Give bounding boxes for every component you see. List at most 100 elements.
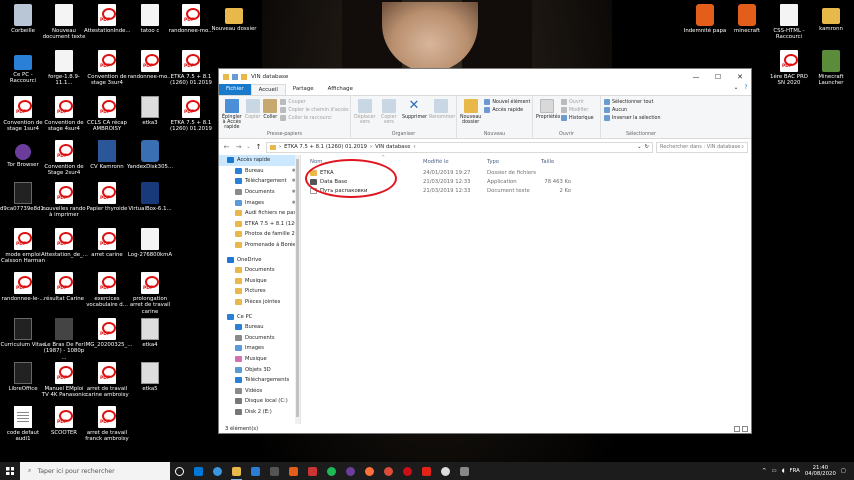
- nav-item-documents[interactable]: Documents ✱: [219, 187, 300, 198]
- desktop-icon-r-sultat-carine[interactable]: résultat Carine: [41, 272, 87, 302]
- taskbar-office-icon[interactable]: [284, 462, 303, 480]
- desktop-icon-ccls-ca-r-cap-ambroisy[interactable]: CCLS CA récap AMBROISY: [84, 96, 130, 133]
- breadcrumb-vin-database[interactable]: VIN database: [375, 144, 410, 150]
- nav-item-pictures[interactable]: Pictures: [219, 286, 300, 297]
- nav-item-photos-de-famille-2[interactable]: Photos de famille 2: [219, 229, 300, 240]
- desktop-icon-mode-emploi-caisson-harman[interactable]: mode emploi Caisson Harman: [0, 228, 46, 265]
- desktop-icon-nouveau-dossier[interactable]: Nouveau dossier: [211, 4, 257, 32]
- tab-fichier[interactable]: Fichier: [219, 84, 251, 95]
- desktop-icon-attestation-de[interactable]: Attestation_de_...: [41, 228, 88, 258]
- network-icon[interactable]: ▭: [772, 468, 777, 474]
- desktop-icon-etka-7-5-8-1-1260-01-2019[interactable]: ETKA 7.5 + 8.1 (1260) 01.2019: [168, 96, 214, 133]
- nav-scrollbar[interactable]: [295, 155, 300, 424]
- desktop-icon-tor-browser[interactable]: Tor Browser: [0, 140, 46, 168]
- nav-item-t-l-chargements[interactable]: Téléchargements: [219, 375, 300, 386]
- desktop-icon-convention-de-stage-4sur4[interactable]: Convention de stage 4sur4: [41, 96, 87, 133]
- address-dropdown-icon[interactable]: ⌄: [637, 144, 641, 150]
- taskbar-file-explorer-icon[interactable]: [227, 462, 246, 480]
- select-none-button[interactable]: Aucun: [604, 107, 661, 113]
- start-button[interactable]: [0, 462, 20, 480]
- nav-item-etka-7-5-8-1-1260-c[interactable]: ETKA 7.5 + 8.1 (1260) C: [219, 219, 300, 230]
- collapse-ribbon-icon[interactable]: ⌄: [731, 84, 741, 95]
- select-all-button[interactable]: Sélectionner tout: [604, 99, 661, 105]
- desktop-icon-convention-de-stage-2sur4[interactable]: Convention de Stage 2sur4: [41, 140, 87, 177]
- desktop-icon-arret-de-travail-franck-ambroisy[interactable]: arret de travail franck ambroisy: [84, 406, 130, 443]
- taskbar-chrome-icon[interactable]: [379, 462, 398, 480]
- taskbar-mail-icon[interactable]: [246, 462, 265, 480]
- column-type[interactable]: Type: [487, 159, 541, 165]
- nav-item-documents[interactable]: Documents: [219, 333, 300, 344]
- nav-item-audi-fichiers-ne-pas-je[interactable]: Audi fichiers ne pas je: [219, 208, 300, 219]
- column-size[interactable]: Taille: [541, 159, 575, 165]
- desktop-icon-d9ca07739e8d1[interactable]: d9ca07739e8d1...: [0, 182, 49, 212]
- desktop-icon-attestationinde[interactable]: AttestationInde...: [84, 4, 131, 34]
- history-button[interactable]: Historique: [561, 115, 594, 121]
- tab-partage[interactable]: Partage: [286, 84, 321, 95]
- taskbar-app3-icon[interactable]: [455, 462, 474, 480]
- desktop-icon-randonnee-mo[interactable]: randonnee-mo...: [127, 50, 173, 80]
- nav-item-documents[interactable]: Documents: [219, 265, 300, 276]
- desktop-icon-arret-de-travail-carine-ambroisy[interactable]: arret de travail carine ambroisy: [84, 362, 130, 399]
- desktop-icon-minecraft[interactable]: minecraft: [724, 4, 770, 34]
- taskbar-search[interactable]: ⌕ Taper ici pour rechercher: [20, 462, 170, 480]
- refresh-icon[interactable]: ↻: [645, 144, 649, 150]
- file-explorer-window[interactable]: VIN database — ☐ ✕ Fichier Accueil Parta…: [218, 68, 752, 434]
- nav-item-musique[interactable]: Musique: [219, 354, 300, 365]
- tray-chevron-icon[interactable]: ^: [762, 468, 767, 474]
- nav-item-disk-2-e[interactable]: Disk 2 (E:): [219, 407, 300, 418]
- desktop-icon-convention-de-stage-3sur4[interactable]: Convention de stage 3sur4: [84, 50, 130, 87]
- paste-shortcut-button[interactable]: Coller le raccourci: [280, 115, 348, 121]
- desktop-icon-prolongation-arret-de-travail-carine[interactable]: prolongation arret de travail carine: [127, 272, 173, 315]
- copy-path-button[interactable]: Copier le chemin d'accès: [280, 107, 349, 113]
- breadcrumb-etka[interactable]: ETKA 7.5 + 8.1 (1260) 01.2019: [284, 144, 367, 150]
- desktop-icon-forge-1-8-9-11-1[interactable]: forge-1.8.9-11.1...: [41, 50, 87, 87]
- desktop-icon-corbeille[interactable]: Corbeille: [0, 4, 46, 34]
- nav-item-disque-local-c[interactable]: Disque local (C:): [219, 396, 300, 407]
- desktop-icon-minecraft-launcher[interactable]: Minecraft Launcher: [808, 50, 854, 87]
- taskbar-opera-icon[interactable]: [398, 462, 417, 480]
- clock[interactable]: 21:40 04/08/2020: [805, 465, 836, 478]
- properties-icon[interactable]: [232, 73, 238, 80]
- desktop-icon-curriculum-vitae[interactable]: Curriculum Vitae: [0, 318, 46, 348]
- taskbar-store-icon[interactable]: [265, 462, 284, 480]
- notifications-icon[interactable]: ▢: [841, 468, 846, 474]
- nav-item-t-l-chargement[interactable]: Téléchargement ✱: [219, 176, 300, 187]
- nav-item-objets-3d[interactable]: Objets 3D: [219, 364, 300, 375]
- new-folder-icon[interactable]: [241, 73, 247, 80]
- back-arrow-icon[interactable]: ←: [222, 143, 231, 151]
- volume-icon[interactable]: ◖: [782, 468, 785, 474]
- pin-quick-access-button[interactable]: Épingler à Accès rapide: [222, 98, 242, 130]
- cut-button[interactable]: Couper: [280, 99, 348, 105]
- desktop-icon-exercices-vocabulaire-d[interactable]: exercices vocabulaire d...: [84, 272, 130, 309]
- nav-item-images[interactable]: Images ✱: [219, 197, 300, 208]
- desktop-icon-papier-thyroide[interactable]: Papier thyroide: [84, 182, 130, 212]
- taskbar-app-icon[interactable]: [341, 462, 360, 480]
- desktop-icon-cv-kamronn[interactable]: CV Kamronn: [84, 140, 130, 170]
- new-folder-button[interactable]: Nouveau dossier: [460, 98, 481, 129]
- desktop-icon-nouveau-document-texte[interactable]: Nouveau document texte: [41, 4, 87, 41]
- close-button[interactable]: ✕: [729, 73, 751, 81]
- task-view-icon[interactable]: [170, 462, 189, 480]
- taskbar-tool-icon[interactable]: [303, 462, 322, 480]
- invert-selection-button[interactable]: Inverser la sélection: [604, 115, 661, 121]
- rename-button[interactable]: Renommer: [429, 98, 455, 129]
- taskbar-spotify-icon[interactable]: [322, 462, 341, 480]
- nav-item-acc-s-rapide[interactable]: Accès rapide: [219, 155, 300, 166]
- desktop-icon-etka-7-5-8-1-1260-01-2019[interactable]: ETKA 7.5 + 8.1 (1260) 01.2019: [168, 50, 214, 87]
- nav-item-bureau[interactable]: Bureau: [219, 322, 300, 333]
- nav-item-vid-os[interactable]: Vidéos: [219, 385, 300, 396]
- desktop-icon-css-html-raccourci[interactable]: CSS-HTML - Raccourci: [766, 4, 812, 41]
- desktop-icon-etka3[interactable]: etka3: [127, 96, 173, 126]
- search-input[interactable]: Rechercher dans : VIN database ⌕: [656, 141, 748, 153]
- recent-chevron-icon[interactable]: ⌄: [246, 144, 251, 150]
- taskbar-firefox-icon[interactable]: [360, 462, 379, 480]
- desktop-icon-1-re-bac-pro-sn-2020[interactable]: 1ère BAC PRO SN 2020: [766, 50, 812, 87]
- taskbar-app2-icon[interactable]: [436, 462, 455, 480]
- desktop-icon-etka5[interactable]: etka5: [127, 362, 173, 392]
- desktop-icon-ce-pc-raccourci[interactable]: Ce PC - Raccourci: [0, 50, 46, 85]
- desktop-icon-convention-de-stage-1sur4[interactable]: Convention de stage 1sur4: [0, 96, 46, 133]
- nav-item-onedrive[interactable]: OneDrive: [219, 254, 300, 265]
- desktop-icon-etka4[interactable]: etka4: [127, 318, 173, 348]
- desktop-icon-libreoffice[interactable]: LibreOffice: [0, 362, 46, 392]
- forward-arrow-icon[interactable]: →: [234, 143, 243, 151]
